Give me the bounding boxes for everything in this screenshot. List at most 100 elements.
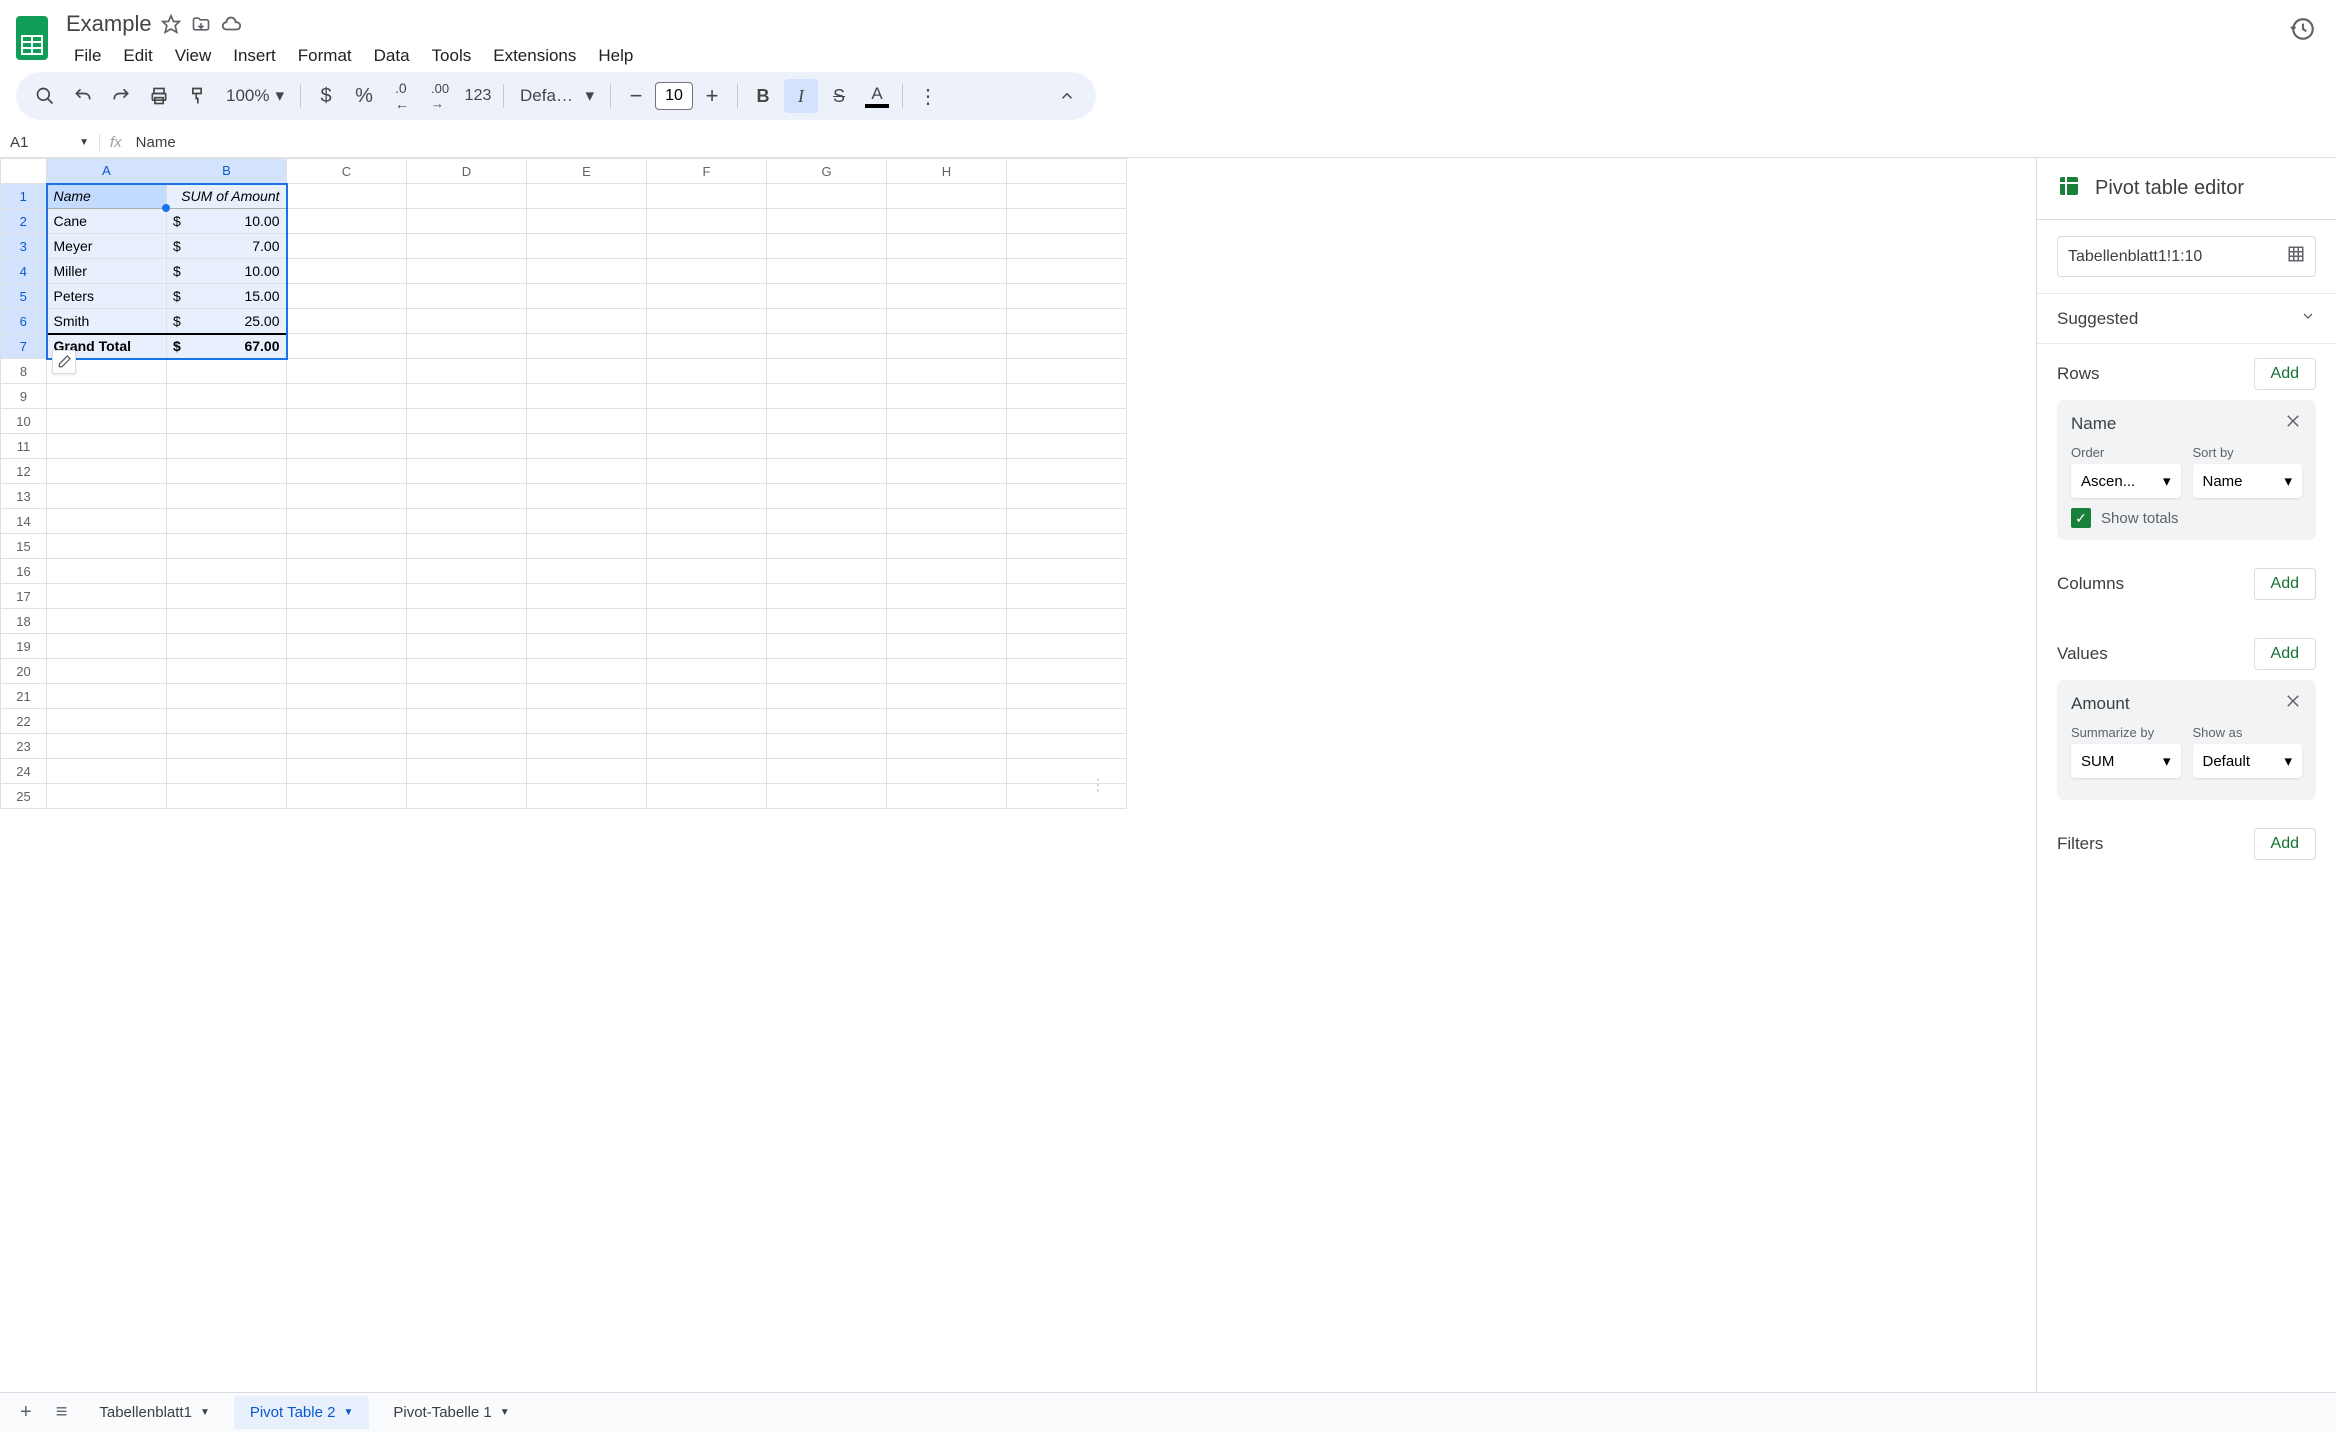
cell[interactable] bbox=[47, 784, 167, 809]
cell[interactable] bbox=[767, 184, 887, 209]
cell[interactable] bbox=[647, 509, 767, 534]
add-filter-button[interactable]: Add bbox=[2254, 828, 2316, 860]
row-header[interactable]: 8 bbox=[1, 359, 47, 384]
decrease-font-icon[interactable]: − bbox=[619, 79, 653, 113]
history-icon[interactable] bbox=[2290, 16, 2316, 47]
cell[interactable] bbox=[527, 184, 647, 209]
star-icon[interactable] bbox=[160, 13, 182, 35]
cell[interactable] bbox=[287, 434, 407, 459]
cell[interactable] bbox=[167, 584, 287, 609]
cell[interactable] bbox=[47, 384, 167, 409]
zoom-select[interactable]: 100% ▾ bbox=[218, 86, 292, 106]
cell[interactable] bbox=[527, 759, 647, 784]
cell[interactable] bbox=[1007, 459, 1127, 484]
cell[interactable] bbox=[1007, 784, 1127, 809]
cell[interactable] bbox=[887, 584, 1007, 609]
row-header[interactable]: 21 bbox=[1, 684, 47, 709]
cell[interactable] bbox=[527, 284, 647, 309]
paint-format-icon[interactable] bbox=[180, 79, 214, 113]
search-icon[interactable] bbox=[28, 79, 62, 113]
cell[interactable] bbox=[887, 384, 1007, 409]
cell[interactable] bbox=[47, 509, 167, 534]
cell[interactable] bbox=[647, 334, 767, 359]
formula-input[interactable]: Name bbox=[132, 134, 2336, 151]
cell[interactable] bbox=[767, 684, 887, 709]
collapse-toolbar-icon[interactable] bbox=[1050, 79, 1084, 113]
cell[interactable] bbox=[527, 584, 647, 609]
cell[interactable] bbox=[47, 659, 167, 684]
cell[interactable] bbox=[767, 209, 887, 234]
row-header-5[interactable]: 5 bbox=[1, 284, 47, 309]
cell-a6[interactable]: Smith bbox=[47, 309, 167, 334]
col-header-a[interactable]: A bbox=[47, 159, 167, 184]
cell[interactable] bbox=[407, 684, 527, 709]
cell[interactable] bbox=[167, 784, 287, 809]
cell[interactable] bbox=[527, 559, 647, 584]
row-header-1[interactable]: 1 bbox=[1, 184, 47, 209]
cell[interactable] bbox=[767, 434, 887, 459]
cell[interactable] bbox=[47, 759, 167, 784]
cell[interactable] bbox=[167, 359, 287, 384]
cell[interactable] bbox=[527, 634, 647, 659]
cell[interactable] bbox=[287, 459, 407, 484]
cell[interactable] bbox=[1007, 409, 1127, 434]
cell[interactable] bbox=[887, 609, 1007, 634]
cell-a4[interactable]: Miller bbox=[47, 259, 167, 284]
cell[interactable] bbox=[1007, 534, 1127, 559]
row-header[interactable]: 15 bbox=[1, 534, 47, 559]
row-header[interactable]: 11 bbox=[1, 434, 47, 459]
cell[interactable] bbox=[527, 234, 647, 259]
cell[interactable] bbox=[1007, 684, 1127, 709]
row-header-2[interactable]: 2 bbox=[1, 209, 47, 234]
menu-insert[interactable]: Insert bbox=[223, 42, 286, 70]
menu-edit[interactable]: Edit bbox=[113, 42, 162, 70]
cell[interactable] bbox=[287, 284, 407, 309]
cell[interactable] bbox=[647, 759, 767, 784]
cell[interactable] bbox=[647, 609, 767, 634]
row-header-3[interactable]: 3 bbox=[1, 234, 47, 259]
increase-font-icon[interactable]: + bbox=[695, 79, 729, 113]
cell[interactable] bbox=[1007, 259, 1127, 284]
cell[interactable] bbox=[1007, 284, 1127, 309]
cell[interactable] bbox=[767, 659, 887, 684]
row-header[interactable]: 16 bbox=[1, 559, 47, 584]
row-header[interactable]: 22 bbox=[1, 709, 47, 734]
spreadsheet-grid[interactable]: A B C D E F G H 1 Name SUM of Amount bbox=[0, 158, 2036, 1392]
cell[interactable] bbox=[647, 659, 767, 684]
cell[interactable] bbox=[287, 359, 407, 384]
cell[interactable] bbox=[527, 509, 647, 534]
cell[interactable] bbox=[887, 559, 1007, 584]
row-header[interactable]: 23 bbox=[1, 734, 47, 759]
text-color-icon[interactable]: A bbox=[860, 84, 894, 108]
more-icon[interactable]: ⋮ bbox=[911, 79, 945, 113]
percent-icon[interactable]: % bbox=[347, 79, 381, 113]
row-header[interactable]: 25 bbox=[1, 784, 47, 809]
cell[interactable] bbox=[887, 309, 1007, 334]
cell[interactable] bbox=[287, 259, 407, 284]
cell[interactable] bbox=[287, 334, 407, 359]
close-icon[interactable] bbox=[2284, 692, 2302, 715]
col-header-extra[interactable] bbox=[1007, 159, 1127, 184]
cell[interactable] bbox=[887, 234, 1007, 259]
cell[interactable] bbox=[47, 609, 167, 634]
cell[interactable] bbox=[887, 734, 1007, 759]
cell[interactable] bbox=[647, 634, 767, 659]
edit-pivot-icon[interactable] bbox=[52, 350, 76, 374]
cell[interactable] bbox=[167, 659, 287, 684]
add-value-button[interactable]: Add bbox=[2254, 638, 2316, 670]
cell[interactable] bbox=[527, 384, 647, 409]
cell-a3[interactable]: Meyer bbox=[47, 234, 167, 259]
cell[interactable] bbox=[527, 359, 647, 384]
cell[interactable] bbox=[887, 184, 1007, 209]
cell[interactable] bbox=[287, 659, 407, 684]
cell[interactable] bbox=[1007, 509, 1127, 534]
currency-icon[interactable]: $ bbox=[309, 79, 343, 113]
cell[interactable] bbox=[167, 759, 287, 784]
pivot-range-input[interactable]: Tabellenblatt1!1:10 bbox=[2057, 236, 2316, 277]
cell[interactable] bbox=[47, 734, 167, 759]
cell[interactable] bbox=[167, 609, 287, 634]
col-header-b[interactable]: B bbox=[167, 159, 287, 184]
bold-icon[interactable]: B bbox=[746, 79, 780, 113]
menu-data[interactable]: Data bbox=[364, 42, 420, 70]
cell[interactable] bbox=[407, 609, 527, 634]
